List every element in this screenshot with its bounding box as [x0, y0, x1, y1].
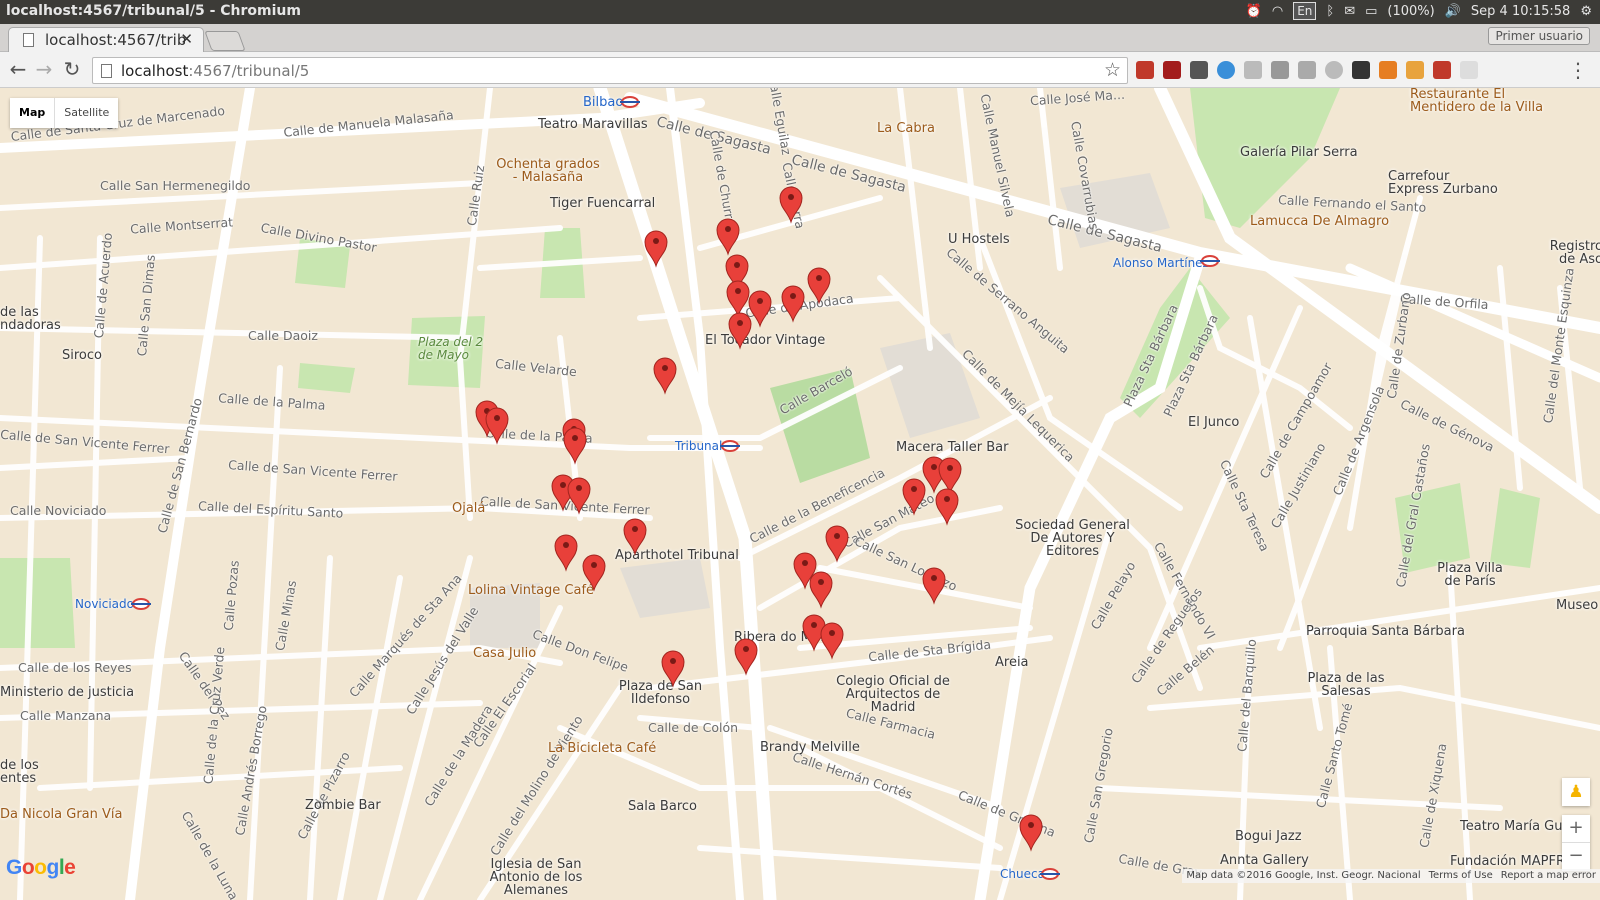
- bluetooth-icon[interactable]: ᛒ: [1326, 4, 1334, 19]
- browser-menu-icon[interactable]: ⋮: [1568, 58, 1588, 82]
- settings-gear-icon[interactable]: ⚙: [1580, 4, 1592, 19]
- map-marker-icon[interactable]: [938, 457, 962, 495]
- map-marker-icon[interactable]: [779, 186, 803, 224]
- zoom-out-button[interactable]: −: [1562, 843, 1590, 871]
- extension-icon[interactable]: [1271, 61, 1289, 79]
- tab-label: localhost:4567/trib: [45, 31, 185, 49]
- map-marker-icon[interactable]: [554, 534, 578, 572]
- browser-tab[interactable]: localhost:4567/trib ✕: [8, 27, 204, 52]
- map-marker-icon[interactable]: [623, 518, 647, 556]
- zoom-control: + −: [1562, 815, 1590, 871]
- map-marker-icon[interactable]: [485, 407, 509, 445]
- bookmark-star-icon[interactable]: ☆: [1104, 59, 1121, 81]
- map-marker-icon[interactable]: [807, 267, 831, 305]
- extension-icon[interactable]: [1190, 61, 1208, 79]
- extension-icon[interactable]: [1379, 61, 1397, 79]
- url-text[interactable]: localhost:4567/tribunal/5: [121, 62, 309, 80]
- wifi-icon[interactable]: ◠: [1272, 4, 1283, 19]
- extension-icon[interactable]: [1433, 61, 1451, 79]
- back-button[interactable]: ←: [6, 58, 30, 82]
- street-view-pegman-icon[interactable]: ♟: [1562, 778, 1590, 806]
- zoom-in-button[interactable]: +: [1562, 815, 1590, 843]
- map-marker-icon[interactable]: [728, 312, 752, 350]
- map-marker-icon[interactable]: [809, 571, 833, 609]
- map-marker-icon[interactable]: [582, 554, 606, 592]
- map-type-control: Map Satellite: [10, 98, 119, 128]
- map-marker-icon[interactable]: [1019, 814, 1043, 852]
- page-info-icon[interactable]: [101, 64, 112, 78]
- extension-icon[interactable]: [1406, 61, 1424, 79]
- extensions-area: [1136, 61, 1478, 79]
- terms-of-use-link[interactable]: Terms of Use: [1429, 869, 1493, 883]
- map-marker-icon[interactable]: [644, 230, 668, 268]
- map-marker-icon[interactable]: [922, 567, 946, 605]
- window-title: localhost:4567/tribunal/5 - Chromium: [6, 3, 301, 19]
- battery-icon[interactable]: ▭: [1365, 4, 1377, 19]
- report-error-link[interactable]: Report a map error: [1501, 869, 1596, 883]
- extension-icon[interactable]: [1325, 61, 1343, 79]
- map-marker-icon[interactable]: [567, 477, 591, 515]
- map-marker-icon[interactable]: [661, 650, 685, 688]
- map-marker-icon[interactable]: [653, 357, 677, 395]
- clock[interactable]: Sep 4 10:15:58: [1471, 4, 1570, 19]
- keyboard-layout[interactable]: En: [1293, 2, 1317, 20]
- marker-layer: [475, 186, 1043, 852]
- system-tray: ⏰ ◠ En ᛒ ✉ ▭ (100%) 🔊 Sep 4 10:15:58 ⚙: [1246, 2, 1592, 20]
- extension-icon[interactable]: [1460, 61, 1478, 79]
- address-bar[interactable]: localhost:4567/tribunal/5 ☆: [92, 57, 1128, 84]
- map-marker-icon[interactable]: [935, 488, 959, 526]
- battery-percent: (100%): [1387, 3, 1435, 19]
- extension-badge-icon[interactable]: [1163, 61, 1181, 79]
- reload-button[interactable]: ↻: [60, 58, 84, 82]
- attribution-text: Map data ©2016 Google, Inst. Geogr. Naci…: [1186, 870, 1421, 881]
- map-marker-icon[interactable]: [734, 638, 758, 676]
- tab-strip: localhost:4567/trib ✕ Primer usuario: [0, 24, 1600, 52]
- map-marker-icon[interactable]: [726, 280, 750, 318]
- extension-icon[interactable]: [1217, 61, 1235, 79]
- volume-icon[interactable]: 🔊: [1445, 4, 1461, 19]
- map-type-satellite-button[interactable]: Satellite: [54, 98, 118, 128]
- browser-toolbar: ← → ↻ localhost:4567/tribunal/5 ☆ ⋮: [0, 52, 1600, 88]
- map-type-map-button[interactable]: Map: [10, 98, 54, 128]
- new-tab-button[interactable]: [204, 31, 246, 51]
- forward-button[interactable]: →: [32, 58, 56, 82]
- map-marker-icon[interactable]: [825, 525, 849, 563]
- page-icon: [23, 33, 34, 47]
- alarm-icon[interactable]: ⏰: [1246, 4, 1262, 19]
- map-marker-icon[interactable]: [748, 290, 772, 328]
- map-marker-icon[interactable]: [781, 285, 805, 323]
- pocket-icon[interactable]: [1352, 61, 1370, 79]
- extension-icon[interactable]: [1136, 61, 1154, 79]
- extension-icon[interactable]: [1244, 61, 1262, 79]
- extension-icon[interactable]: [1298, 61, 1316, 79]
- system-top-bar: localhost:4567/tribunal/5 - Chromium ⏰ ◠…: [0, 0, 1600, 24]
- map-marker-icon[interactable]: [716, 218, 740, 256]
- mail-icon[interactable]: ✉: [1344, 4, 1355, 19]
- map-marker-icon[interactable]: [820, 622, 844, 660]
- google-logo[interactable]: Google: [6, 856, 76, 880]
- map-canvas[interactable]: Calle de Manuela Malasaña Calle de Santa…: [0, 88, 1600, 900]
- close-tab-icon[interactable]: ✕: [180, 30, 193, 48]
- map-marker-icon[interactable]: [902, 478, 926, 516]
- map-attribution: Map data ©2016 Google, Inst. Geogr. Naci…: [1182, 869, 1600, 883]
- map-marker-icon[interactable]: [563, 427, 587, 465]
- profile-button[interactable]: Primer usuario: [1488, 27, 1590, 45]
